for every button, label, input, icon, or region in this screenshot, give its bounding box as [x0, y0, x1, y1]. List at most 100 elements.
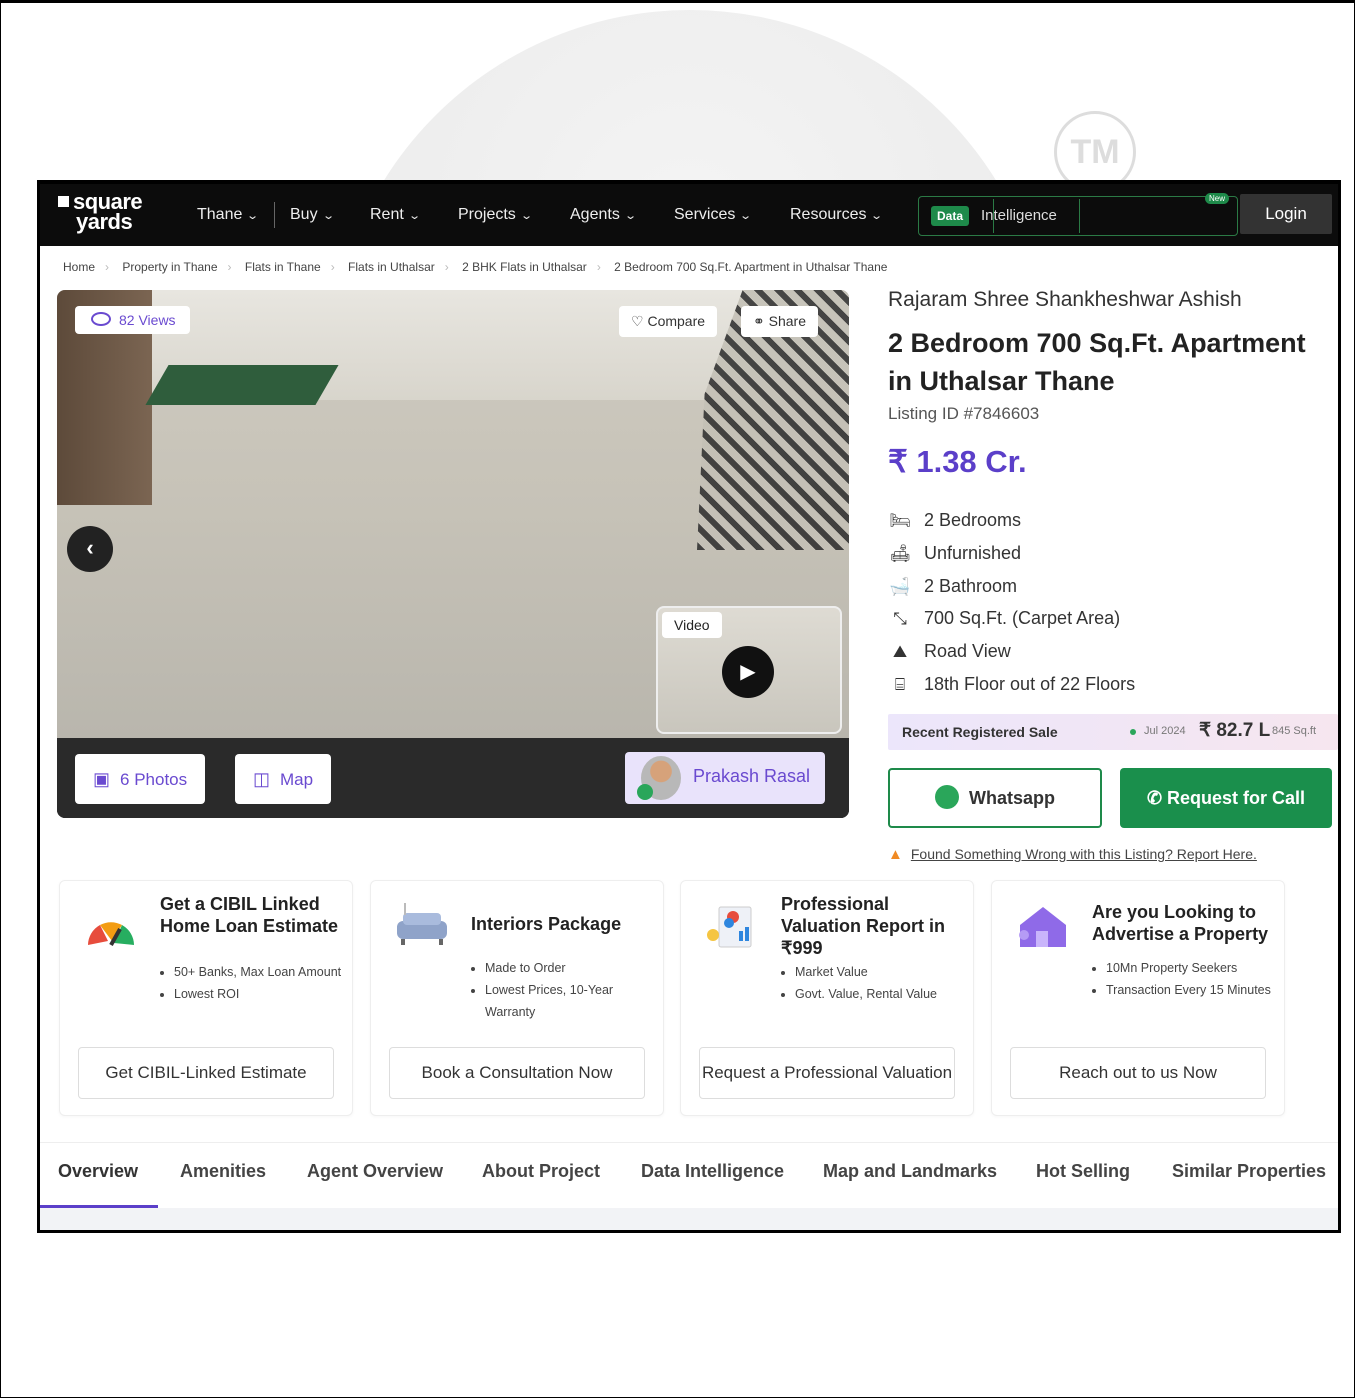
breadcrumb-home[interactable]: Home [63, 260, 95, 274]
feature-area: ⤡ 700 Sq.Ft. (Carpet Area) [888, 608, 1120, 629]
chevron-down-icon: ⌄ [246, 210, 260, 222]
interiors-card: Interiors Package Made to Order Lowest P… [370, 880, 664, 1116]
background-globe-watermark [330, 10, 1050, 180]
map-icon: ◫ [253, 769, 271, 789]
photos-icon: ▣ [93, 769, 111, 789]
feature-floor: ⌸ 18th Floor out of 22 Floors [888, 674, 1135, 695]
top-divider [1111, 0, 1112, 3]
project-name[interactable]: Rajaram Shree Shankheshwar Ashish [888, 288, 1242, 312]
tab-agent-overview[interactable]: Agent Overview [307, 1161, 443, 1182]
page-title: 2 Bedroom 700 Sq.Ft. Apartment in Uthals… [888, 328, 1306, 396]
reach-out-button[interactable]: Reach out to us Now [1010, 1047, 1266, 1099]
house-icon [1019, 907, 1066, 947]
sofa-icon [397, 903, 447, 945]
property-gallery: 82 Views ♡ Compare ⚭ Share ‹ Video ▶ ▣ 6 … [57, 290, 849, 818]
chevron-down-icon: ⌄ [407, 210, 421, 222]
breadcrumb-flats-in-uthalsar[interactable]: Flats in Uthalsar [348, 260, 435, 274]
feature-bedrooms: 🛏 2 Bedrooms [889, 510, 1022, 530]
card-bullets: Made to Order Lowest Prices, 10-Year War… [471, 957, 655, 1023]
report-listing-link[interactable]: ▲ Found Something Wrong with this Listing… [888, 846, 1257, 863]
nav-divider [993, 199, 994, 233]
heart-icon: ♡ [631, 313, 648, 329]
bathtub-icon: 🛁 [889, 577, 911, 596]
tab-hot-selling[interactable]: Hot Selling [1036, 1161, 1130, 1182]
photos-button[interactable]: ▣ 6 Photos [75, 754, 206, 804]
nav-city-thane[interactable]: Thane ⌄ [197, 206, 260, 224]
play-icon[interactable]: ▶ [722, 646, 774, 698]
map-button[interactable]: ◫ Map [235, 754, 332, 804]
data-badge: Data [931, 206, 970, 226]
chevron-right-icon: › [596, 260, 601, 274]
breadcrumb-property-in-thane[interactable]: Property in Thane [122, 260, 217, 274]
nav-divider [1079, 199, 1080, 233]
gallery-footer: ▣ 6 Photos ◫ Map Prakash Rasal [57, 738, 849, 818]
status-dot [1130, 729, 1136, 735]
card-bullets: 10Mn Property Seekers Transaction Every … [1092, 957, 1276, 1001]
nav-rent[interactable]: Rent ⌄ [370, 206, 421, 224]
previous-photo-button[interactable]: ‹ [67, 526, 113, 572]
chevron-right-icon: › [444, 260, 449, 274]
chevron-down-icon: ⌄ [870, 210, 884, 222]
warning-icon: ▲ [888, 846, 903, 863]
floor-mat [145, 365, 339, 405]
valuation-card: Professional Valuation Report in ₹999 Ma… [680, 880, 974, 1116]
listing-id: Listing ID #7846603 [888, 404, 1040, 423]
nav-projects[interactable]: Projects ⌄ [458, 206, 533, 224]
recent-registered-sale[interactable]: Recent Registered Sale Jul 2024 ₹ 82.7 L… [888, 714, 1338, 750]
top-divider [831, 0, 832, 3]
get-cibil-estimate-button[interactable]: Get CIBIL-Linked Estimate [78, 1047, 334, 1099]
card-bullets: 50+ Banks, Max Loan Amount Lowest ROI [160, 961, 344, 1005]
nav-buy[interactable]: Buy ⌄ [290, 206, 335, 224]
square-yards-logo[interactable]: square yards [58, 191, 143, 233]
chevron-down-icon: ⌄ [321, 210, 335, 222]
breadcrumb-flats-in-thane[interactable]: Flats in Thane [245, 260, 321, 274]
feature-view: ⛰ Road View [888, 641, 1011, 662]
tab-overview[interactable]: Overview [58, 1161, 138, 1182]
stairs-icon: ⌸ [894, 675, 906, 694]
bed-icon: 🛏 [889, 511, 911, 530]
breadcrumb: Home › Property in Thane › Flats in Thane ›… [63, 260, 887, 274]
feature-bathrooms: 🛁 2 Bathroom [889, 576, 1018, 596]
chevron-right-icon: › [227, 260, 232, 274]
nav-agents[interactable]: Agents ⌄ [570, 206, 637, 224]
chevron-down-icon: ⌄ [739, 210, 753, 222]
page-continuation [40, 1208, 1338, 1230]
agent-chip[interactable]: Prakash Rasal [625, 752, 825, 804]
tab-map-landmarks[interactable]: Map and Landmarks [823, 1161, 997, 1182]
chevron-right-icon: › [105, 260, 110, 274]
video-label: Video [662, 612, 722, 638]
top-navbar: square yards Thane ⌄ Buy ⌄ Rent ⌄ Projects ⌄… [40, 184, 1338, 246]
breadcrumb-2bhk-flats[interactable]: 2 BHK Flats in Uthalsar [462, 260, 587, 274]
tab-similar-properties[interactable]: Similar Properties [1172, 1161, 1326, 1182]
area-icon: ⤡ [893, 609, 907, 628]
whatsapp-icon [934, 785, 959, 809]
nav-services[interactable]: Services ⌄ [674, 206, 753, 224]
new-badge: New [1204, 193, 1229, 204]
sofa-icon: 🛋 [889, 544, 911, 563]
compare-button[interactable]: ♡ Compare [619, 306, 718, 337]
tab-data-intelligence[interactable]: Data Intelligence [641, 1161, 784, 1182]
top-divider [551, 0, 552, 3]
book-consultation-button[interactable]: Book a Consultation Now [389, 1047, 645, 1099]
breadcrumb-current: 2 Bedroom 700 Sq.Ft. Apartment in Uthals… [614, 260, 888, 274]
eye-icon [91, 312, 111, 326]
whatsapp-button[interactable]: Whatsapp [888, 768, 1102, 828]
nav-resources[interactable]: Resources ⌄ [790, 206, 884, 224]
whatsapp-icon [637, 784, 653, 800]
share-button[interactable]: ⚭ Share [741, 306, 818, 337]
tab-about-project[interactable]: About Project [482, 1161, 600, 1182]
login-button[interactable]: Login [1240, 194, 1332, 234]
speedometer-icon [88, 922, 134, 946]
data-intelligence-link[interactable]: Data Intelligence New [918, 193, 1238, 236]
tab-amenities[interactable]: Amenities [180, 1161, 266, 1182]
share-icon: ⚭ [753, 313, 769, 329]
section-tabs: Overview Amenities Agent Overview About … [40, 1142, 1338, 1211]
chevron-down-icon: ⌄ [519, 210, 533, 222]
video-thumbnail[interactable]: Video ▶ [656, 606, 842, 734]
request-call-button[interactable]: ✆ Request for Call [1120, 768, 1332, 828]
card-bullets: Market Value Govt. Value, Rental Value [781, 961, 975, 1005]
request-valuation-button[interactable]: Request a Professional Valuation [699, 1047, 955, 1099]
top-rule [0, 0, 1355, 3]
chevron-right-icon: › [330, 260, 335, 274]
agent-name: Prakash Rasal [693, 766, 811, 786]
